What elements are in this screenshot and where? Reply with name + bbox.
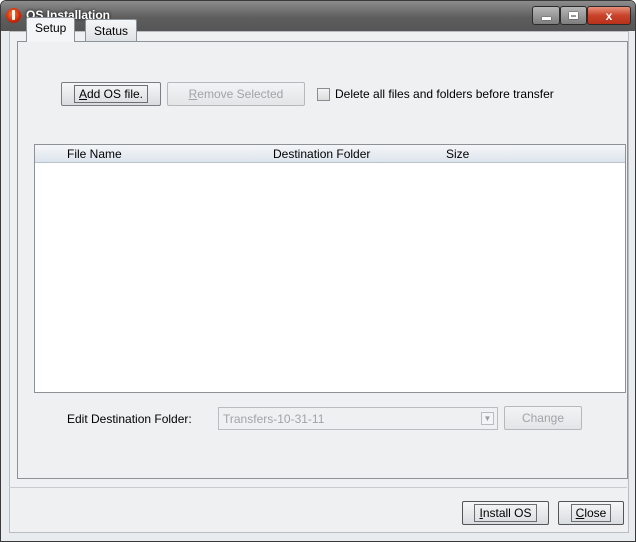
column-destination-folder[interactable]: Destination Folder — [273, 146, 370, 162]
install-os-button[interactable]: Install OS — [462, 501, 549, 525]
chevron-down-icon[interactable]: ▼ — [481, 412, 494, 425]
column-file-name[interactable]: File Name — [67, 146, 122, 162]
column-size[interactable]: Size — [446, 146, 469, 162]
tab-status-label: Status — [94, 24, 129, 38]
maximize-button[interactable] — [560, 6, 587, 25]
add-os-file-label: Add OS file. — [73, 85, 149, 103]
remove-selected-button[interactable]: Remove Selected — [167, 82, 305, 106]
minimize-button[interactable] — [532, 6, 560, 25]
close-window-button[interactable]: x — [587, 6, 631, 25]
remove-selected-label: Remove Selected — [188, 87, 284, 101]
close-label: Close — [570, 504, 612, 522]
os-installation-window: OS Installation x Setup Status Add OS fi… — [0, 0, 636, 542]
change-label: Change — [521, 411, 565, 425]
install-os-label: Install OS — [474, 504, 537, 522]
tab-status[interactable]: Status — [85, 19, 138, 41]
change-button[interactable]: Change — [504, 406, 582, 430]
tab-setup[interactable]: Setup — [26, 17, 76, 42]
close-icon: x — [605, 8, 613, 23]
footer-divider — [9, 487, 627, 488]
os-files-table[interactable]: File Name Destination Folder Size — [34, 144, 626, 393]
add-os-file-button[interactable]: Add OS file. — [61, 82, 161, 106]
app-icon — [6, 8, 21, 23]
delete-all-label[interactable]: Delete all files and folders before tran… — [335, 87, 554, 101]
destination-folder-combo[interactable]: Transfers-10-31-11 ▼ — [218, 407, 498, 430]
table-header: File Name Destination Folder Size — [35, 145, 625, 163]
tab-setup-label: Setup — [35, 21, 67, 35]
close-button[interactable]: Close — [558, 501, 624, 525]
maximize-icon — [569, 12, 578, 19]
edit-destination-label: Edit Destination Folder: — [67, 412, 192, 426]
delete-all-checkbox[interactable] — [317, 88, 330, 101]
destination-folder-value: Transfers-10-31-11 — [223, 412, 325, 426]
minimize-icon — [541, 17, 551, 20]
